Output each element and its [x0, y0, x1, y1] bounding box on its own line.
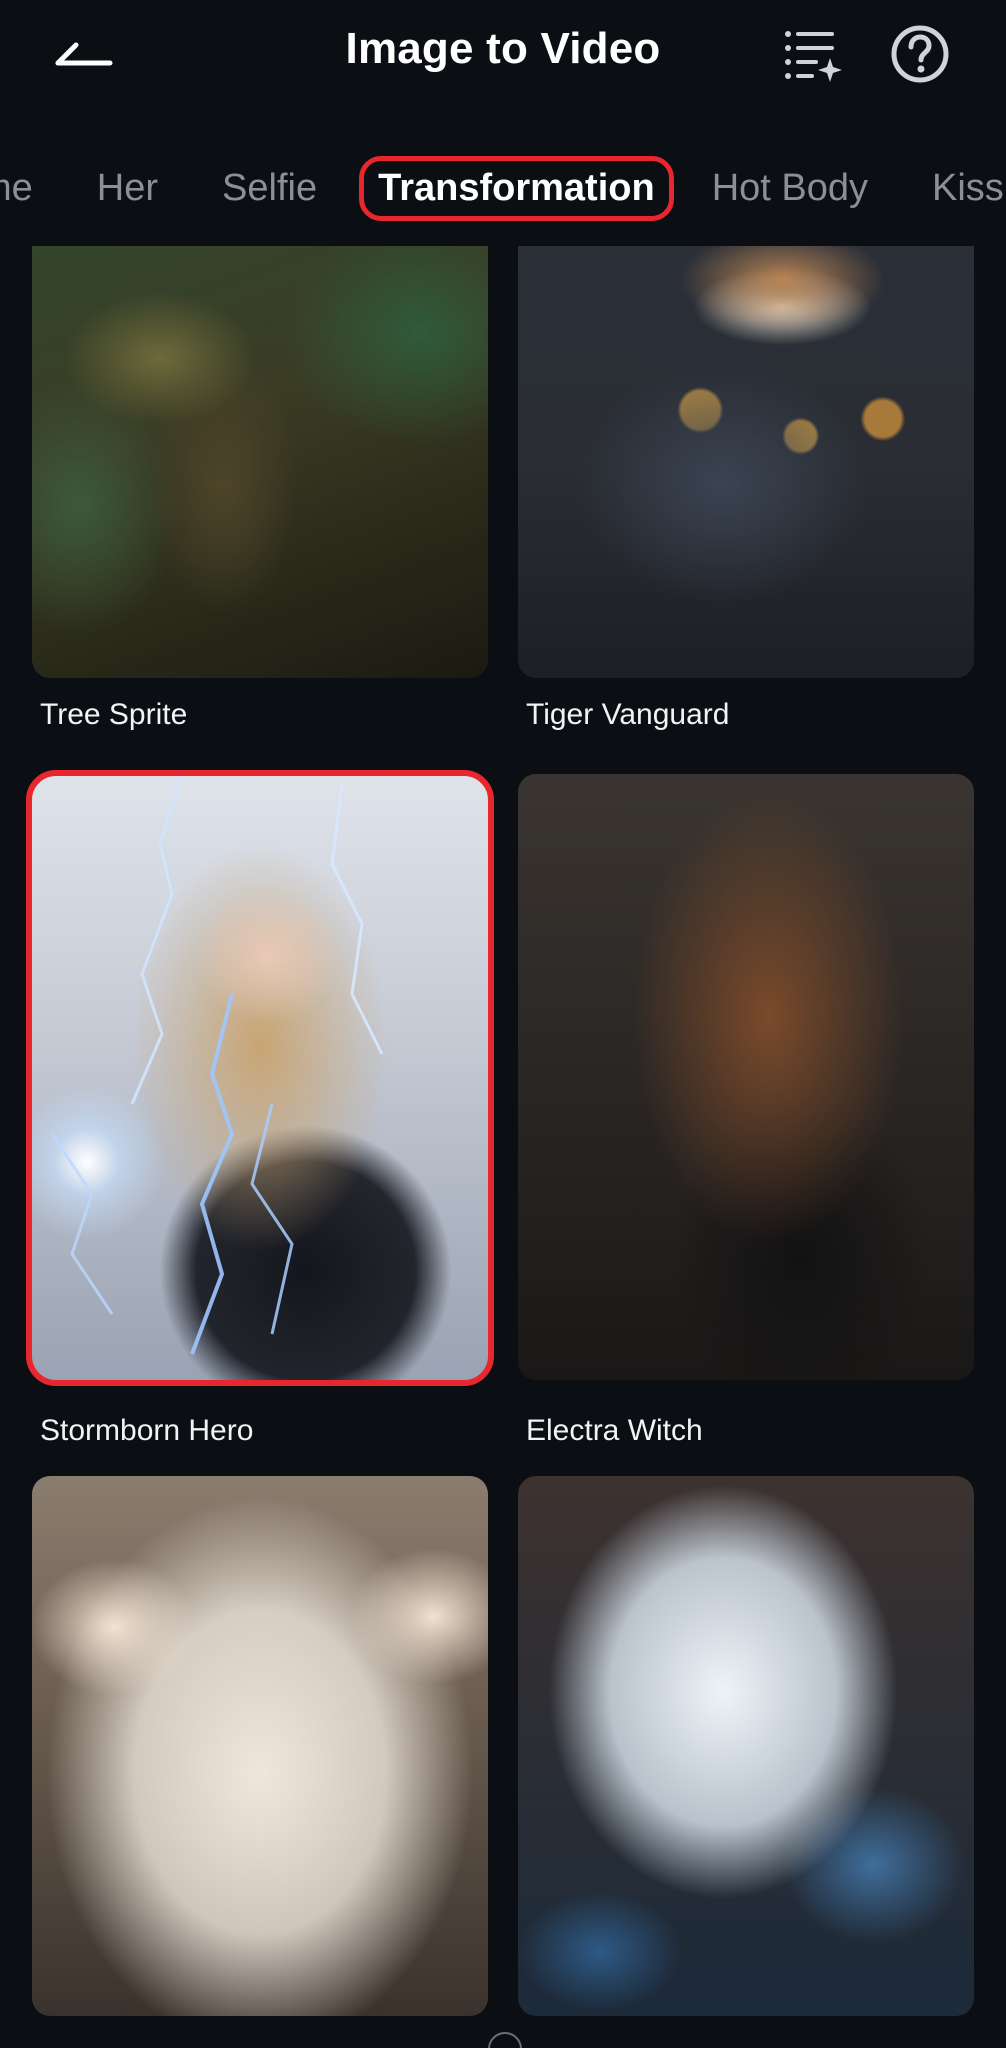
effect-thumbnail [518, 246, 974, 678]
lightning-decoration [50, 774, 384, 1355]
effect-thumbnail [32, 1476, 488, 2016]
effect-thumbnail [32, 246, 488, 678]
sparkle-list-icon [785, 31, 842, 82]
tab-kiss[interactable]: Kiss [910, 159, 1006, 218]
category-tabs-track: me Her Selfie Transformation Hot Body Ki… [0, 148, 1006, 228]
tab-selfie[interactable]: Selfie [200, 159, 339, 218]
page-title: Image to Video [345, 24, 661, 73]
question-circle-icon [891, 25, 949, 83]
effect-card-tree-sprite[interactable]: Tree Sprite [32, 246, 488, 736]
effect-grid: Tree Sprite Tiger Vanguard Stormborn Her… [0, 246, 1006, 2048]
effect-card-label: Electra Witch [526, 1414, 703, 1447]
effect-card-smoke[interactable] [32, 1476, 488, 2036]
tab-her[interactable]: Her [75, 159, 180, 218]
history-list-button[interactable] [776, 18, 848, 90]
effect-card-splash[interactable] [518, 1476, 974, 2036]
category-tabs: me Her Selfie Transformation Hot Body Ki… [0, 148, 1006, 228]
effect-card-label: Stormborn Hero [40, 1414, 254, 1447]
effect-card-stormborn-hero[interactable]: Stormborn Hero [32, 774, 488, 1447]
effect-thumbnail [518, 774, 974, 1380]
tab-me[interactable]: me [0, 159, 55, 218]
help-button[interactable] [884, 18, 956, 90]
tab-hot-body[interactable]: Hot Body [690, 159, 890, 218]
image-to-video-screen: Image to Video me [0, 0, 1006, 2048]
effect-card-label: Tiger Vanguard [526, 698, 730, 731]
top-app-bar: Image to Video [0, 0, 1006, 110]
effect-card-label: Tree Sprite [40, 698, 188, 731]
effect-thumbnail [518, 1476, 974, 2016]
effect-thumbnail [32, 774, 488, 1380]
effect-card-tiger-vanguard[interactable]: Tiger Vanguard [518, 246, 974, 736]
effect-card-electra-witch[interactable]: Electra Witch [518, 774, 974, 1447]
tab-transformation[interactable]: Transformation [359, 155, 674, 221]
